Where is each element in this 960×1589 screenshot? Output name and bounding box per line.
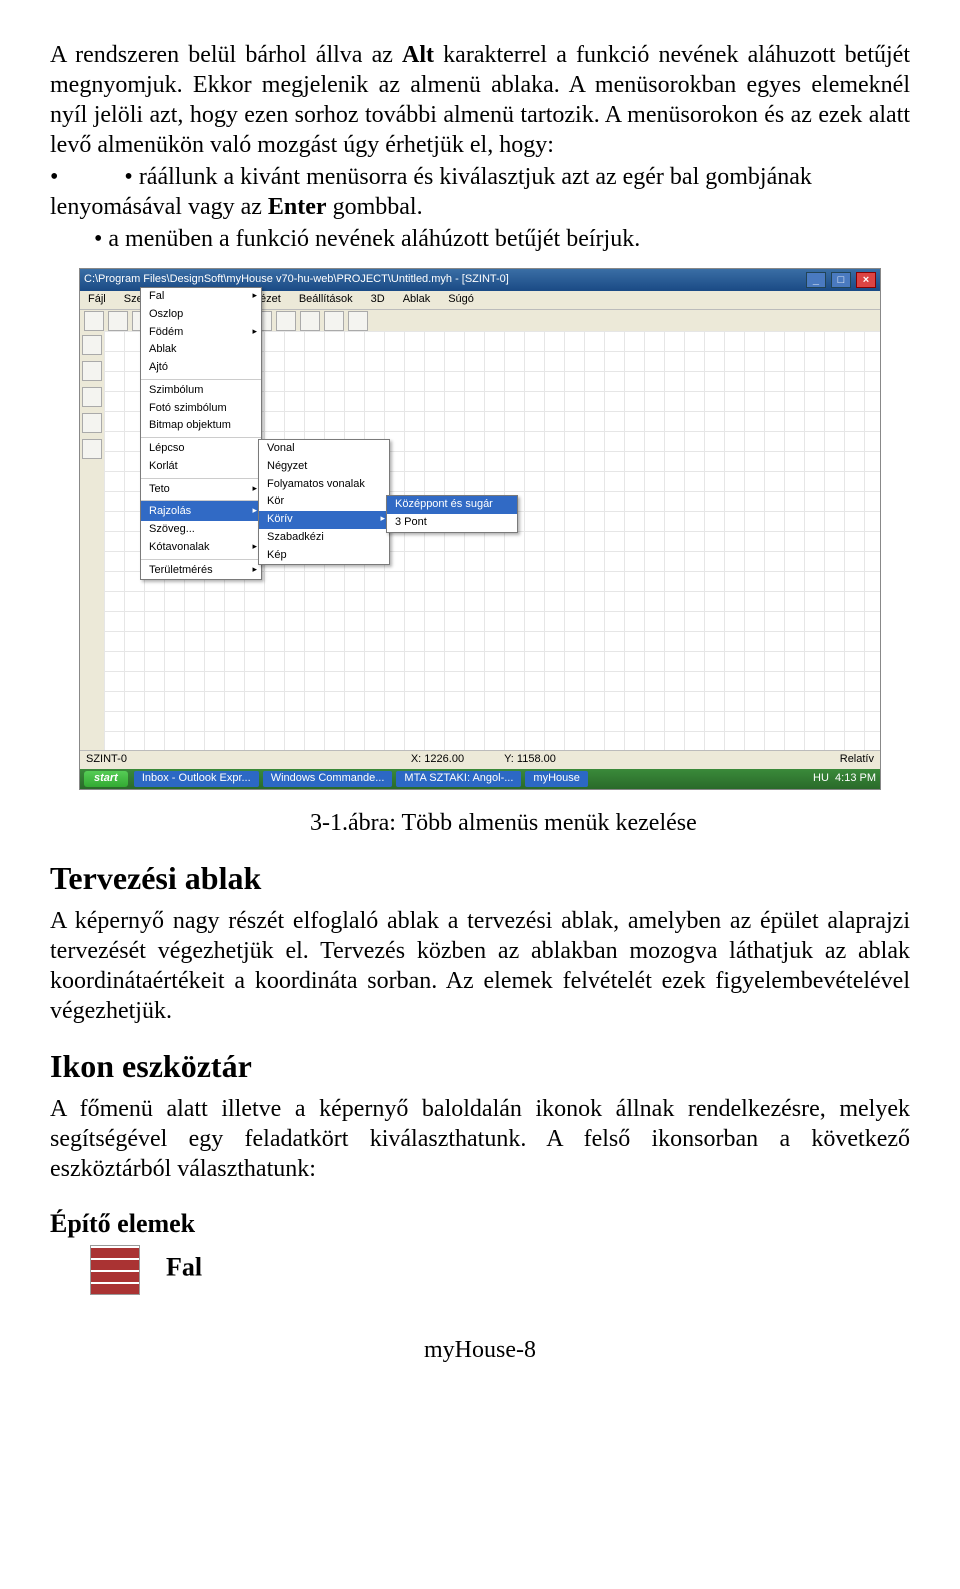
- paragraph-ikon: A főmenü alatt illetve a képernyő balold…: [50, 1094, 910, 1184]
- toolbar-button[interactable]: [276, 311, 296, 331]
- tool-icon[interactable]: [82, 361, 102, 381]
- menu-item[interactable]: Oszlop: [141, 306, 261, 324]
- menu-item[interactable]: Lépcso: [141, 437, 261, 458]
- menubar-item[interactable]: Fájl: [84, 292, 110, 308]
- app-screenshot: C:\Program Files\DesignSoft\myHouse v70-…: [79, 268, 881, 790]
- bullet-1: • ráállunk a kivánt menüsorra és kiválas…: [50, 162, 910, 222]
- maximize-icon[interactable]: □: [831, 272, 851, 288]
- taskbar-item[interactable]: myHouse: [525, 771, 587, 787]
- menu-item[interactable]: Folyamatos vonalak: [259, 476, 389, 494]
- toolbar-button[interactable]: [300, 311, 320, 331]
- menu-item[interactable]: Kör: [259, 493, 389, 511]
- menu-item[interactable]: Középpont és sugár: [387, 496, 517, 514]
- taskbar-item[interactable]: Windows Commande...: [263, 771, 393, 787]
- status-mode: Relatív: [840, 753, 874, 767]
- menu-item[interactable]: Négyzet: [259, 458, 389, 476]
- intro-paragraph: A rendszeren belül bárhol állva az Alt k…: [50, 40, 910, 160]
- menu-item[interactable]: Teto: [141, 478, 261, 499]
- toolbar-button[interactable]: [108, 311, 128, 331]
- menu-item[interactable]: Födém: [141, 324, 261, 342]
- toolbar-button[interactable]: [348, 311, 368, 331]
- menubar-item[interactable]: Beállítások: [295, 292, 357, 308]
- page-footer: myHouse-8: [50, 1335, 910, 1365]
- status-x: X: 1226.00: [411, 753, 464, 767]
- menubar-item[interactable]: Ablak: [399, 292, 435, 308]
- left-toolbar[interactable]: [80, 331, 105, 751]
- toolbar-button[interactable]: [324, 311, 344, 331]
- taskbar-clock: HU 4:13 PM: [813, 772, 876, 786]
- toolbar-button[interactable]: [84, 311, 104, 331]
- menu-item[interactable]: Szimbólum: [141, 379, 261, 400]
- menu-item[interactable]: Rajzolás: [141, 500, 261, 521]
- tervez-menu[interactable]: FalOszlopFödémAblakAjtó SzimbólumFotó szi…: [140, 287, 262, 580]
- tool-icon[interactable]: [82, 413, 102, 433]
- heading-tervezesi-ablak: Tervezési ablak: [50, 858, 910, 898]
- menu-item[interactable]: Vonal: [259, 440, 389, 458]
- heading-ikon-eszkoztar: Ikon eszköztár: [50, 1046, 910, 1086]
- tool-icon[interactable]: [82, 439, 102, 459]
- bullet-2: • a menüben a funkció nevének aláhúzott …: [50, 224, 910, 254]
- tool-icon[interactable]: [82, 387, 102, 407]
- close-icon[interactable]: ×: [856, 272, 876, 288]
- status-level: SZINT-0: [86, 753, 127, 767]
- status-y: Y: 1158.00: [504, 753, 556, 767]
- menubar-item[interactable]: Súgó: [444, 292, 478, 308]
- menu-item[interactable]: Területmérés: [141, 559, 261, 580]
- heading-epito-elemek: Építő elemek: [50, 1208, 910, 1241]
- window-title: C:\Program Files\DesignSoft\myHouse v70-…: [84, 273, 509, 287]
- menu-item[interactable]: Szöveg...: [141, 521, 261, 539]
- wall-icon: [90, 1245, 140, 1295]
- menu-item[interactable]: Fotó szimbólum: [141, 400, 261, 418]
- status-bar: SZINT-0 X: 1226.00 Y: 1158.00 Relatív: [80, 750, 880, 769]
- paragraph-tervezesi: A képernyő nagy részét elfoglaló ablak a…: [50, 906, 910, 1026]
- menu-item[interactable]: 3 Pont: [387, 514, 517, 532]
- menu-item[interactable]: Szabadkézi: [259, 529, 389, 547]
- menu-item[interactable]: Kótavonalak: [141, 539, 261, 557]
- tool-icon[interactable]: [82, 335, 102, 355]
- taskbar-item[interactable]: Inbox - Outlook Expr...: [134, 771, 259, 787]
- minimize-icon[interactable]: _: [806, 272, 826, 288]
- koriv-submenu[interactable]: Középpont és sugár3 Pont: [386, 495, 518, 533]
- menubar-item[interactable]: 3D: [367, 292, 389, 308]
- start-button[interactable]: start: [84, 771, 128, 787]
- window-buttons: _ □ ×: [804, 272, 876, 288]
- menu-item[interactable]: Kép: [259, 547, 389, 565]
- menu-item[interactable]: Korlát: [141, 458, 261, 476]
- windows-taskbar[interactable]: start Inbox - Outlook Expr...Windows Com…: [80, 769, 880, 789]
- menu-item[interactable]: Körív: [259, 511, 389, 529]
- menu-item[interactable]: Bitmap objektum: [141, 417, 261, 435]
- menu-item[interactable]: Fal: [141, 288, 261, 306]
- menu-item[interactable]: Ablak: [141, 341, 261, 359]
- rajzolas-submenu[interactable]: VonalNégyzetFolyamatos vonalakKörKörívSz…: [258, 439, 390, 565]
- figure-caption: 3-1.ábra: Több almenüs menük kezelése: [310, 808, 910, 838]
- taskbar-item[interactable]: MTA SZTAKI: Angol-...: [396, 771, 521, 787]
- menu-item[interactable]: Ajtó: [141, 359, 261, 377]
- fal-row: Fal: [50, 1245, 910, 1295]
- fal-label: Fal: [166, 1252, 202, 1281]
